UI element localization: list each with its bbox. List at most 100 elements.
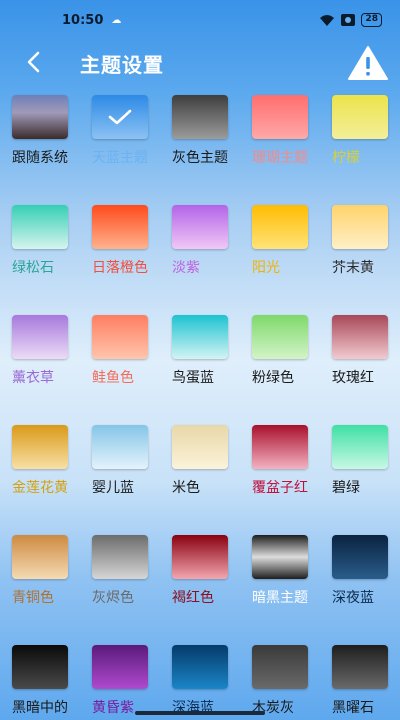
theme-swatch[interactable]: [92, 315, 148, 359]
theme-option[interactable]: 黑暗中的黑: [0, 642, 80, 720]
theme-option[interactable]: 黑曜石: [320, 642, 400, 720]
theme-option[interactable]: 暗黑主题: [240, 532, 320, 642]
theme-label: 天蓝主题: [92, 150, 148, 166]
theme-label: 柠檬: [332, 150, 360, 166]
theme-option[interactable]: 粉绿色: [240, 312, 320, 422]
theme-label: 薰衣草: [12, 370, 54, 386]
checkmark-icon: [108, 109, 132, 125]
theme-option[interactable]: 日落橙色: [80, 202, 160, 312]
page-title: 主题设置: [80, 53, 164, 77]
app-bar: 主题设置: [0, 40, 400, 84]
theme-option[interactable]: 鲑鱼色: [80, 312, 160, 422]
status-icons: 28: [319, 13, 382, 27]
battery-indicator: 28: [361, 13, 382, 27]
theme-swatch[interactable]: [92, 645, 148, 689]
theme-label: 婴儿蓝: [92, 480, 134, 496]
theme-option[interactable]: 阳光: [240, 202, 320, 312]
theme-swatch[interactable]: [92, 535, 148, 579]
theme-swatch[interactable]: [252, 425, 308, 469]
theme-label: 鲑鱼色: [92, 370, 134, 386]
theme-swatch[interactable]: [172, 315, 228, 359]
theme-option[interactable]: 黄昏紫: [80, 642, 160, 720]
theme-label: 碧绿: [332, 480, 360, 496]
theme-swatch[interactable]: [332, 425, 388, 469]
theme-swatch[interactable]: [332, 535, 388, 579]
cloud-icon: ☁: [111, 14, 122, 26]
theme-option[interactable]: 木炭灰: [240, 642, 320, 720]
theme-swatch[interactable]: [92, 95, 148, 139]
theme-label: 褐红色: [172, 590, 214, 606]
theme-label: 灰色主题: [172, 150, 228, 166]
theme-label: 粉绿色: [252, 370, 294, 386]
theme-swatch[interactable]: [172, 95, 228, 139]
theme-label: 深夜蓝: [332, 590, 374, 606]
theme-label: 珊瑚主题: [252, 150, 308, 166]
theme-option[interactable]: 灰色主题: [160, 92, 240, 202]
theme-swatch[interactable]: [252, 205, 308, 249]
theme-swatch[interactable]: [172, 645, 228, 689]
theme-option[interactable]: 灰烬色: [80, 532, 160, 642]
home-indicator[interactable]: [135, 711, 265, 715]
theme-swatch[interactable]: [92, 425, 148, 469]
theme-swatch[interactable]: [12, 95, 68, 139]
theme-option[interactable]: 鸟蛋蓝: [160, 312, 240, 422]
theme-swatch[interactable]: [172, 205, 228, 249]
theme-label: 暗黑主题: [252, 590, 308, 606]
status-bar: 10:50 ☁ 28: [0, 0, 400, 40]
theme-label: 覆盆子红: [252, 480, 308, 496]
theme-label: 米色: [172, 480, 200, 496]
theme-option[interactable]: 深夜蓝: [320, 532, 400, 642]
theme-option[interactable]: 碧绿: [320, 422, 400, 532]
theme-swatch[interactable]: [252, 645, 308, 689]
theme-swatch[interactable]: [252, 95, 308, 139]
theme-label: 黑曜石: [332, 700, 374, 716]
theme-swatch[interactable]: [252, 535, 308, 579]
theme-option[interactable]: 婴儿蓝: [80, 422, 160, 532]
theme-swatch[interactable]: [12, 645, 68, 689]
theme-option[interactable]: 薰衣草: [0, 312, 80, 422]
theme-label: 金莲花黄: [12, 480, 68, 496]
theme-swatch[interactable]: [332, 645, 388, 689]
theme-option[interactable]: 金莲花黄: [0, 422, 80, 532]
theme-swatch[interactable]: [172, 425, 228, 469]
theme-swatch[interactable]: [172, 535, 228, 579]
theme-option[interactable]: 天蓝主题: [80, 92, 160, 202]
back-arrow-icon[interactable]: [22, 50, 46, 74]
theme-option[interactable]: 褐红色: [160, 532, 240, 642]
theme-option[interactable]: 跟随系统: [0, 92, 80, 202]
theme-swatch[interactable]: [12, 315, 68, 359]
theme-option[interactable]: 玫瑰红: [320, 312, 400, 422]
theme-option[interactable]: 绿松石: [0, 202, 80, 312]
theme-label: 黄昏紫: [92, 700, 134, 716]
theme-swatch[interactable]: [252, 315, 308, 359]
theme-swatch[interactable]: [12, 535, 68, 579]
theme-label: 黑暗中的黑: [12, 700, 68, 716]
theme-swatch[interactable]: [92, 205, 148, 249]
theme-swatch[interactable]: [332, 315, 388, 359]
theme-option[interactable]: 淡紫: [160, 202, 240, 312]
theme-label: 玫瑰红: [332, 370, 374, 386]
theme-option[interactable]: 米色: [160, 422, 240, 532]
theme-swatch[interactable]: [12, 205, 68, 249]
theme-label: 跟随系统: [12, 150, 68, 166]
status-time: 10:50: [62, 12, 104, 28]
theme-swatch[interactable]: [332, 95, 388, 139]
theme-swatch[interactable]: [332, 205, 388, 249]
theme-label: 淡紫: [172, 260, 200, 276]
theme-label: 芥末黄: [332, 260, 374, 276]
theme-option[interactable]: 深海蓝: [160, 642, 240, 720]
wifi-icon: [320, 15, 335, 26]
theme-label: 日落橙色: [92, 260, 148, 276]
theme-option[interactable]: 芥末黄: [320, 202, 400, 312]
theme-option[interactable]: 珊瑚主题: [240, 92, 320, 202]
theme-option[interactable]: 柠檬: [320, 92, 400, 202]
theme-option[interactable]: 覆盆子红: [240, 422, 320, 532]
theme-label: 鸟蛋蓝: [172, 370, 214, 386]
warning-icon[interactable]: [346, 44, 390, 82]
theme-option[interactable]: 青铜色: [0, 532, 80, 642]
theme-label: 青铜色: [12, 590, 54, 606]
camera-status-icon: [341, 14, 356, 26]
theme-label: 木炭灰: [252, 700, 294, 716]
theme-swatch[interactable]: [12, 425, 68, 469]
theme-label: 绿松石: [12, 260, 54, 276]
